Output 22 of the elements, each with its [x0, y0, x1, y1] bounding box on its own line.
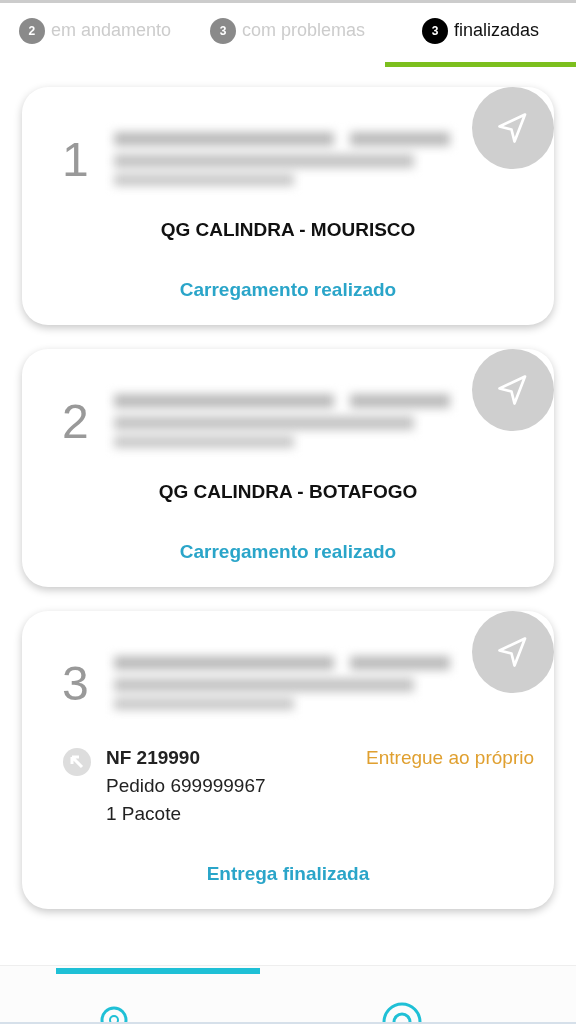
invoice-number: NF 219990	[106, 747, 201, 769]
stop-card[interactable]: 1 QG CALINDRA - MOURISCO Carregamento realizado	[22, 87, 554, 325]
stop-card[interactable]: 3 NF 219990 Pedido 699999967 1 Pacote Entregue ao próprio Entrega finalizada	[22, 611, 554, 909]
package-count: 1 Pacote	[106, 803, 182, 825]
arrow-up-left-icon	[62, 747, 92, 777]
stop-card[interactable]: 2 QG CALINDRA - BOTAFOGO Carregamento realizado	[22, 349, 554, 587]
order-number: Pedido 699999967	[106, 775, 267, 797]
location-icon	[382, 1000, 422, 1022]
place-name: QG CALINDRA - BOTAFOGO	[157, 481, 419, 503]
count-badge: 2	[18, 17, 45, 44]
count-badge: 3	[421, 17, 448, 44]
tab-label: finalizadas	[453, 20, 540, 41]
stop-number: 3	[61, 655, 90, 711]
status-text: Carregamento realizado	[178, 279, 398, 301]
delivery-note: Entregue ao próprio	[366, 747, 534, 769]
status-text: Entrega finalizada	[205, 863, 371, 885]
status-text: Carregamento realizado	[178, 541, 398, 563]
stop-number: 2	[61, 393, 90, 449]
count-badge: 3	[209, 17, 236, 44]
place-name: QG CALINDRA - MOURISCO	[159, 219, 417, 241]
stop-number: 1	[61, 131, 90, 187]
status-tab[interactable]: 3 finalizadas	[385, 3, 576, 67]
